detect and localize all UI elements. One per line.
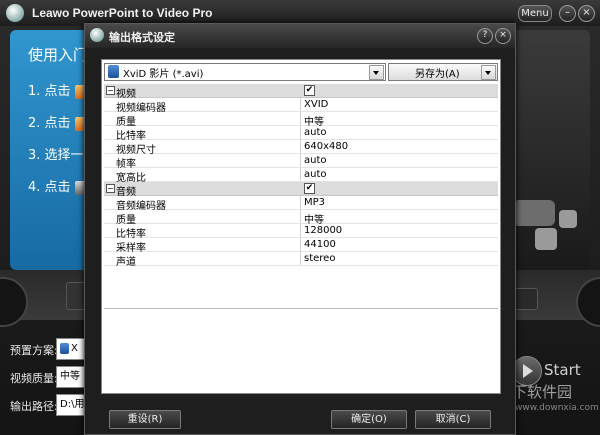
column-divider xyxy=(300,196,301,209)
property-row[interactable]: 质量 中等 xyxy=(104,112,498,128)
start-label: Start xyxy=(544,361,581,379)
video-enabled-checkbox[interactable]: ✔ xyxy=(304,85,315,96)
column-divider xyxy=(300,210,301,223)
close-icon[interactable]: × xyxy=(578,5,595,22)
guide-step-1: 1. 点击 xyxy=(28,80,87,99)
collapse-icon[interactable]: − xyxy=(106,86,115,95)
chevron-down-icon[interactable] xyxy=(369,65,384,80)
preset-label: 预置方案: xyxy=(10,344,58,357)
property-value[interactable]: auto xyxy=(304,155,327,166)
collapse-icon[interactable]: − xyxy=(106,184,115,193)
property-grid: − 视频 ✔ 视频编码器 XVID 质量 中等 比特率 auto 视频尺寸 640x48… xyxy=(104,84,498,268)
dialog-title: 输出格式设定 xyxy=(109,31,175,44)
output-path-label: 输出路径: xyxy=(10,400,58,413)
dialog-body: XviD 影片 (*.avi) 另存为(A) − 视频 ✔ 视频编码器 XVID … xyxy=(101,59,501,394)
cancel-button[interactable]: 取消(C) xyxy=(415,410,491,429)
guide-step-text: 1. 点击 xyxy=(28,84,71,99)
property-value[interactable]: auto xyxy=(304,127,327,138)
property-value[interactable]: MP3 xyxy=(304,197,325,208)
property-row[interactable]: 比特率 128000 xyxy=(104,224,498,240)
save-as-label: 另存为(A) xyxy=(415,69,460,80)
film-square xyxy=(535,228,557,250)
audio-enabled-checkbox[interactable]: ✔ xyxy=(304,183,315,194)
film-icon xyxy=(108,65,119,78)
film-icon xyxy=(60,342,69,354)
video-group-row[interactable]: − 视频 ✔ xyxy=(104,84,498,100)
property-value[interactable]: 128000 xyxy=(304,225,342,236)
property-value[interactable]: 44100 xyxy=(304,239,336,250)
property-row[interactable]: 视频编码器 XVID xyxy=(104,98,498,114)
property-row[interactable]: 比特率 auto xyxy=(104,126,498,142)
description-pane-divider xyxy=(104,308,498,311)
property-key: 声道 xyxy=(116,257,136,268)
column-divider xyxy=(300,154,301,167)
help-icon[interactable]: ? xyxy=(477,28,493,44)
guide-step-4: 4. 点击 xyxy=(28,176,87,195)
dialog-close-icon[interactable]: × xyxy=(495,28,511,44)
property-value[interactable]: XVID xyxy=(304,99,328,110)
column-divider xyxy=(300,126,301,139)
property-row[interactable]: 采样率 44100 xyxy=(104,238,498,254)
guide-step-text: 2. 点击 xyxy=(28,116,71,131)
dialog-logo-icon xyxy=(90,28,104,42)
audio-group-row[interactable]: − 音频 ✔ xyxy=(104,182,498,198)
film-square xyxy=(559,210,577,228)
preset-value: X xyxy=(71,343,78,354)
property-value[interactable]: 640x480 xyxy=(304,141,348,152)
property-row[interactable]: 视频尺寸 640x480 xyxy=(104,140,498,156)
guide-panel: 使用入门 1. 点击 2. 点击 3. 选择一个 4. 点击 xyxy=(10,30,97,270)
column-divider xyxy=(300,140,301,153)
ok-button[interactable]: 确定(O) xyxy=(331,410,407,429)
column-divider xyxy=(300,252,301,265)
output-format-dialog: 输出格式设定 ? × XviD 影片 (*.avi) 另存为(A) − 视频 ✔… xyxy=(84,23,516,435)
app-logo-icon xyxy=(6,4,24,22)
column-divider xyxy=(300,238,301,251)
menu-button[interactable]: Menu xyxy=(518,5,552,22)
minimize-icon[interactable]: – xyxy=(559,5,576,22)
film-decoration xyxy=(513,30,590,270)
property-row[interactable]: 质量 中等 xyxy=(104,210,498,226)
app-title: Leawo PowerPoint to Video Pro xyxy=(32,6,213,20)
property-value[interactable]: auto xyxy=(304,169,327,180)
property-row[interactable]: 音频编码器 MP3 xyxy=(104,196,498,212)
quality-label: 视频质量: xyxy=(10,372,58,385)
format-select[interactable]: XviD 影片 (*.avi) xyxy=(104,63,386,81)
film-shape xyxy=(513,200,555,226)
property-row[interactable]: 宽高比 auto xyxy=(104,168,498,184)
format-selected: XviD 影片 (*.avi) xyxy=(123,69,204,80)
column-divider xyxy=(300,168,301,181)
save-as-button[interactable]: 另存为(A) xyxy=(388,63,498,81)
guide-step-text: 4. 点击 xyxy=(28,180,71,195)
column-divider xyxy=(300,112,301,125)
guide-step-2: 2. 点击 xyxy=(28,112,87,131)
watermark-url: www.downxia.com xyxy=(515,403,599,413)
guide-title: 使用入门 xyxy=(28,46,89,64)
property-row[interactable]: 帧率 auto xyxy=(104,154,498,170)
property-row[interactable]: 声道 stereo xyxy=(104,252,498,268)
reset-button[interactable]: 重设(R) xyxy=(109,410,181,429)
dialog-title-bar: 输出格式设定 ? × xyxy=(85,24,515,48)
column-divider xyxy=(300,224,301,237)
column-divider xyxy=(300,98,301,111)
chevron-down-icon[interactable] xyxy=(481,65,496,80)
property-value[interactable]: stereo xyxy=(304,253,335,264)
